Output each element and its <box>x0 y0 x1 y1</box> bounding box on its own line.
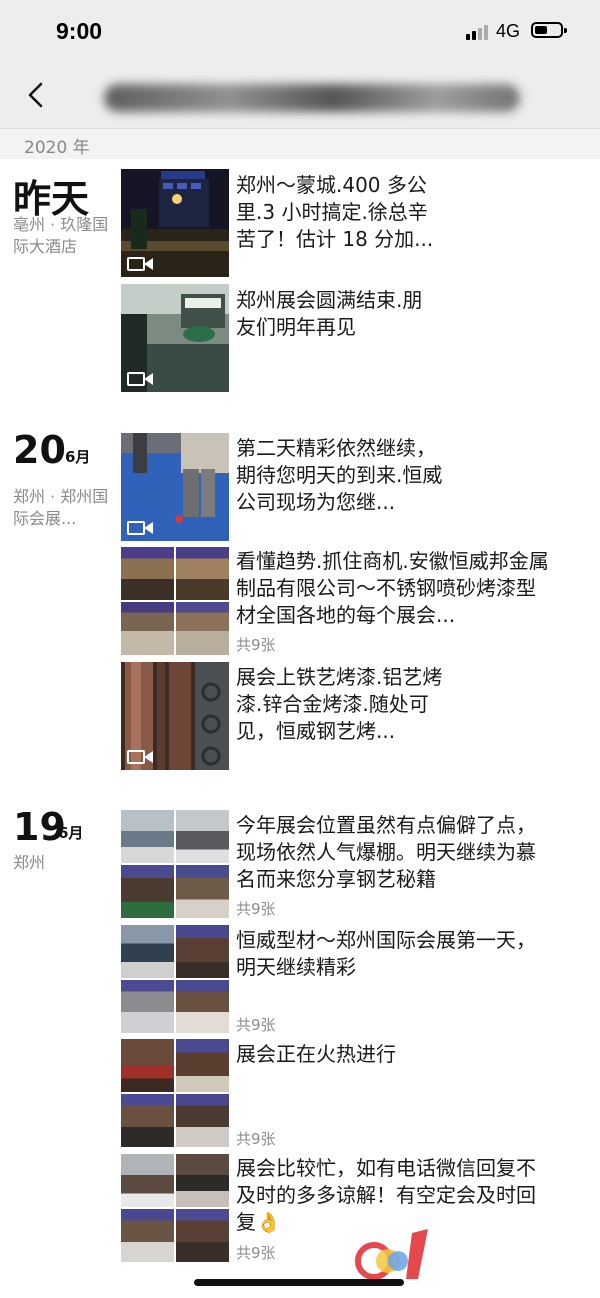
grid-image <box>176 1209 229 1262</box>
battery-icon <box>531 22 567 38</box>
grid-image <box>121 1209 174 1262</box>
network-label: 4G <box>496 21 521 41</box>
grid-image <box>121 1094 174 1147</box>
image-count: 共9张 <box>236 1130 276 1148</box>
grid-image <box>176 602 229 655</box>
signal-icon <box>466 24 490 40</box>
grid-image <box>176 925 229 978</box>
image-count: 共9张 <box>236 900 276 918</box>
grid-image <box>176 865 229 918</box>
post-text[interactable]: 今年展会位置虽然有点偏僻了点，现场依然人气爆棚。明天继续为慕名而来您分享钢艺秘籍 <box>236 812 552 893</box>
image-count: 共9张 <box>236 1244 276 1262</box>
image-grid[interactable] <box>121 925 229 1033</box>
image-grid[interactable] <box>121 547 229 655</box>
grid-image <box>121 1154 174 1207</box>
video-icon <box>127 257 155 271</box>
grid-image <box>176 1094 229 1147</box>
image-count: 共9张 <box>236 1016 276 1034</box>
image-grid[interactable] <box>121 1039 229 1147</box>
home-indicator[interactable] <box>194 1279 404 1286</box>
grid-image <box>176 1039 229 1092</box>
grid-image <box>121 925 174 978</box>
post-thumbnail[interactable] <box>121 433 229 541</box>
post-text[interactable]: 展会正在火热进行 <box>236 1041 536 1068</box>
day-location: 郑州 · 郑州国际会展... <box>13 487 109 528</box>
status-time: 9:00 <box>56 18 103 44</box>
post-text[interactable]: 恒威型材～郑州国际会展第一天，明天继续精彩 <box>236 927 536 981</box>
video-icon <box>127 750 155 764</box>
post-text[interactable]: 展会比较忙，如有电话微信回复不及时的多多谅解！有空定会及时回复👌 <box>236 1155 552 1236</box>
day-location: 亳州 · 玖隆国际大酒店 <box>13 215 109 256</box>
grid-image <box>121 1039 174 1092</box>
chevron-left-icon[interactable] <box>26 82 46 108</box>
day-number: 20 <box>13 428 66 472</box>
post-thumbnail[interactable] <box>121 662 229 770</box>
grid-image <box>121 865 174 918</box>
post-text[interactable]: 第二天精彩依然继续，期待您明天的到来.恒威公司现场为您继... <box>236 435 448 516</box>
day-location: 郑州 <box>13 853 46 872</box>
grid-image <box>121 547 174 600</box>
year-label: 2020 年 <box>24 138 90 158</box>
nav-bar <box>0 64 600 129</box>
video-icon <box>127 372 155 386</box>
video-icon <box>127 521 155 535</box>
page-title <box>104 84 520 112</box>
grid-image <box>121 810 174 863</box>
day-month: 6月 <box>58 824 84 842</box>
post-text[interactable]: 郑州～蒙城.400 多公里.3 小时搞定.徐总辛苦了！估计 18 分加... <box>236 172 442 253</box>
post-thumbnail[interactable] <box>121 284 229 392</box>
post-text[interactable]: 郑州展会圆满结束.朋友们明年再见 <box>236 287 442 341</box>
post-text[interactable]: 看懂趋势.抓住商机.安徽恒威邦金属制品有限公司～不锈钢喷砂烤漆型材全国各地的每个… <box>236 548 552 629</box>
grid-image <box>176 980 229 1033</box>
year-divider: 2020 年 <box>0 129 600 159</box>
watermark-logo <box>355 1229 428 1280</box>
image-grid[interactable] <box>121 810 229 918</box>
image-grid[interactable] <box>121 1154 229 1262</box>
grid-image <box>121 602 174 655</box>
grid-image <box>176 547 229 600</box>
status-bar: 9:00 4G <box>0 0 600 64</box>
grid-image <box>121 980 174 1033</box>
grid-image <box>176 810 229 863</box>
post-thumbnail[interactable] <box>121 169 229 277</box>
image-count: 共9张 <box>236 636 276 654</box>
post-text[interactable]: 展会上铁艺烤漆.铝艺烤漆.锌合金烤漆.随处可见，恒威钢艺烤... <box>236 664 448 745</box>
day-month: 6月 <box>65 448 91 466</box>
grid-image <box>176 1154 229 1207</box>
